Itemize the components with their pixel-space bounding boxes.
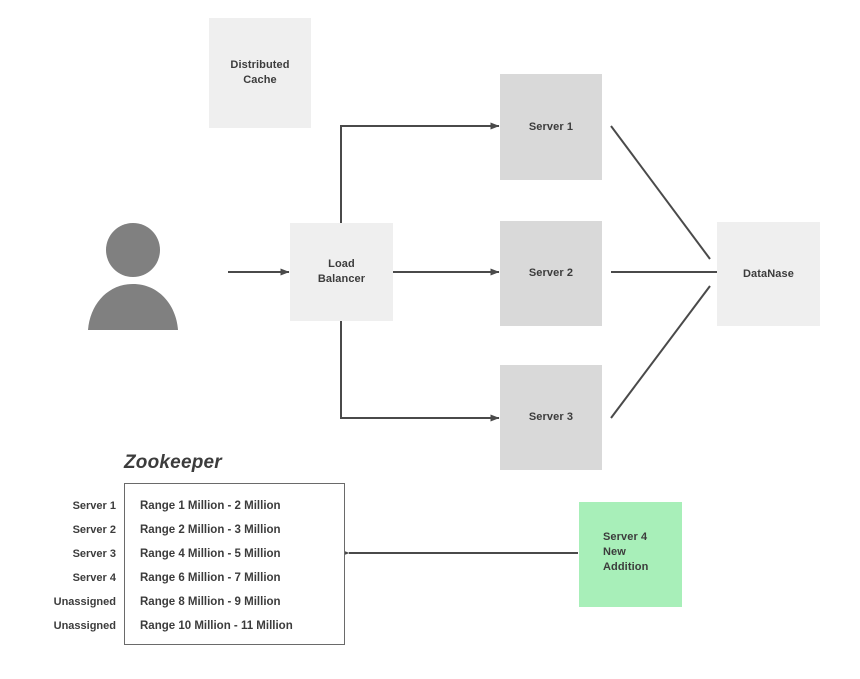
zookeeper-owner-column: Server 1 Server 2 Server 3 Server 4 Unas… <box>0 494 116 638</box>
node-distributed-cache[interactable]: Distributed Cache <box>209 18 311 128</box>
new-server-label-line3: Addition <box>603 560 649 573</box>
connector-server-3-to-database <box>610 285 711 419</box>
distributed-cache-label-line2: Cache <box>243 74 277 86</box>
node-server-3[interactable]: Server 3 <box>500 365 602 470</box>
connector-load-balancer-to-server-1 <box>340 122 500 224</box>
load-balancer-label-line2: Balancer <box>317 273 366 285</box>
zookeeper-owner-label: Server 2 <box>72 524 116 536</box>
zookeeper-range-row: Range 4 Million - 5 Million <box>140 548 281 560</box>
node-new-server[interactable]: Server 4 New Addition <box>579 502 682 607</box>
zookeeper-range-column: Range 1 Million - 2 Million Range 2 Mill… <box>140 494 345 638</box>
zookeeper-heading: Zookeeper <box>124 452 222 473</box>
server-1-label: Server 1 <box>528 120 574 133</box>
zookeeper-owner-label: Server 1 <box>72 500 116 512</box>
connector-load-balancer-to-server-3 <box>340 321 500 422</box>
new-server-label-line2: New <box>603 545 626 558</box>
server-2-label: Server 2 <box>528 267 574 280</box>
new-server-label-line1: Server 4 <box>603 531 648 543</box>
zookeeper-owner-label: Server 3 <box>72 548 116 560</box>
node-load-balancer[interactable]: Load Balancer <box>290 223 393 321</box>
architecture-diagram-canvas: Distributed Cache Load Balancer Server 1… <box>0 0 860 679</box>
node-server-2[interactable]: Server 2 <box>500 221 602 326</box>
database-label: DataNase <box>743 267 794 280</box>
node-database[interactable]: DataNase <box>717 222 820 326</box>
zookeeper-owner-label: Unassigned <box>53 620 116 632</box>
zookeeper-range-row: Range 2 Million - 3 Million <box>140 524 281 536</box>
zookeeper-owner-label: Unassigned <box>53 596 116 608</box>
zookeeper-range-row: Range 10 Million - 11 Million <box>140 620 293 632</box>
node-server-1[interactable]: Server 1 <box>500 74 602 180</box>
connector-server-1-to-database <box>610 125 711 260</box>
server-3-label: Server 3 <box>528 411 574 424</box>
zookeeper-range-row: Range 1 Million - 2 Million <box>140 500 281 512</box>
user-avatar-icon <box>88 223 178 330</box>
zookeeper-range-row: Range 8 Million - 9 Million <box>140 596 281 608</box>
load-balancer-label-line1: Load <box>328 258 355 271</box>
zookeeper-range-row: Range 6 Million - 7 Million <box>140 572 281 584</box>
distributed-cache-label-line1: Distributed <box>230 59 290 72</box>
zookeeper-owner-label: Server 4 <box>72 572 116 584</box>
